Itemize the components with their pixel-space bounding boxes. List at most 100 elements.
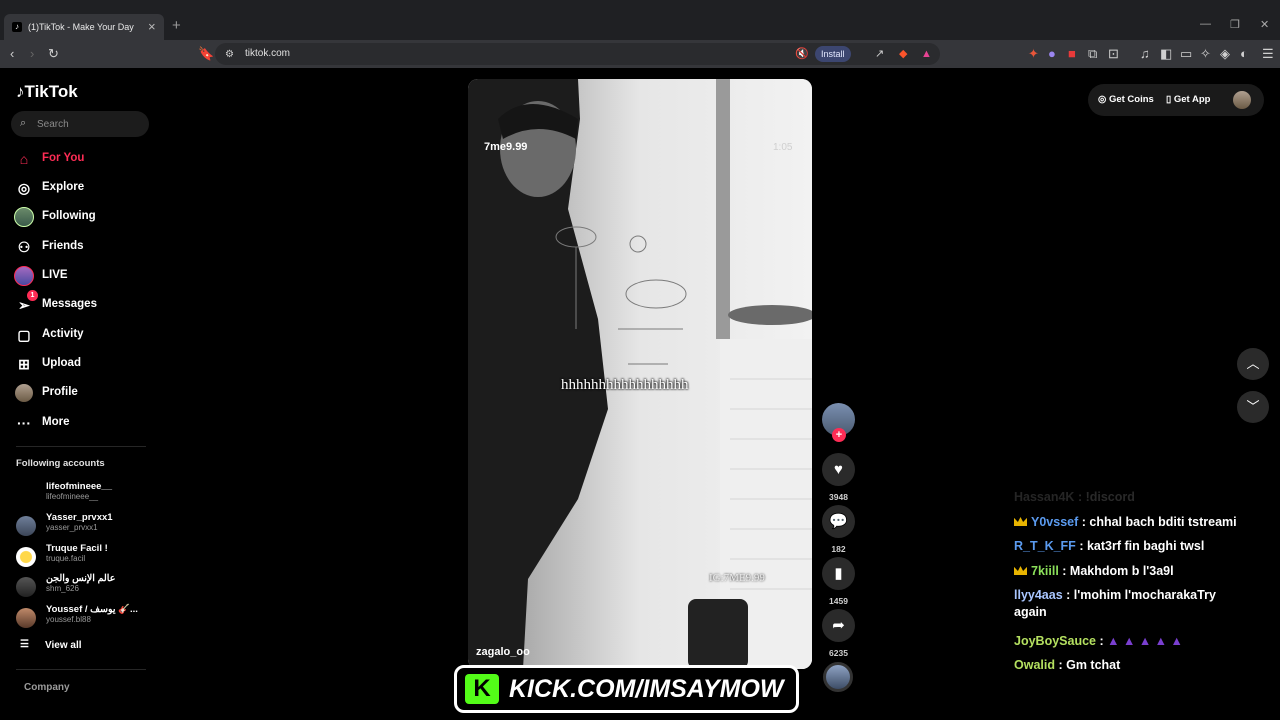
theme-icon[interactable]: ◐ bbox=[1240, 45, 1248, 63]
kick-stream-banner: K KICK.COM/IMSAYMOW bbox=[454, 665, 799, 713]
media-icon[interactable]: ♫ bbox=[1140, 45, 1150, 63]
search-input[interactable]: ⌕ Search bbox=[11, 111, 149, 137]
video-caption: hhhhhhhhhhhhhhhhh bbox=[561, 377, 689, 393]
nav-following[interactable]: Following bbox=[14, 205, 154, 229]
brave-shield-icon[interactable]: ◆ bbox=[899, 45, 907, 63]
more-icon: ··· bbox=[17, 415, 31, 431]
nav-label: Messages bbox=[42, 298, 97, 310]
account-handle: truque.facil bbox=[46, 554, 86, 563]
nav-friends[interactable]: ⚇ Friends bbox=[14, 235, 154, 259]
nav-upload[interactable]: ⊞ Upload bbox=[14, 352, 154, 376]
get-coins-button[interactable]: ◎ Get Coins bbox=[1098, 94, 1154, 105]
account-name: lifeofmineee__ bbox=[46, 481, 112, 492]
close-tab-icon[interactable]: × bbox=[148, 19, 156, 34]
minimize-icon[interactable]: — bbox=[1200, 18, 1211, 30]
previous-video-button[interactable]: ︿ bbox=[1237, 348, 1269, 380]
browser-toolbar: ‹ › ↻ 🔖 ⚙ tiktok.com 🔇 Install ↗ ◆ ▲ ✦ ●… bbox=[0, 40, 1280, 68]
chat-text: : bbox=[1099, 634, 1104, 648]
home-icon: ⌂ bbox=[19, 151, 29, 167]
following-account[interactable]: Youssef / يوسف 🎸... youssef.bl88 bbox=[16, 604, 146, 630]
account-handle: shm_626 bbox=[46, 584, 79, 593]
nav-explore[interactable]: ◎ Explore bbox=[14, 176, 154, 200]
bookmark-icon[interactable]: 🔖 bbox=[198, 45, 214, 63]
company-link[interactable]: Company bbox=[24, 682, 70, 693]
like-button[interactable]: ♥ 3948 bbox=[822, 453, 855, 502]
account-avatar bbox=[16, 485, 36, 505]
chat-message: 7kiill : Makhdom b l'3a9l bbox=[1014, 563, 1264, 580]
maximize-icon[interactable]: ❐ bbox=[1230, 18, 1240, 31]
nav-activity[interactable]: ▢ Activity bbox=[14, 323, 154, 347]
chat-user: R_T_K_FF bbox=[1014, 539, 1076, 553]
sidebar-toggle-icon[interactable]: ◧ bbox=[1160, 45, 1172, 63]
screenshot-icon[interactable]: ⊡ bbox=[1108, 45, 1119, 63]
following-account[interactable]: Yasser_prvxx1 yasser_prvxx1 bbox=[16, 512, 146, 538]
menu-icon[interactable]: ☰ bbox=[1262, 45, 1274, 63]
following-account[interactable]: Truque Facil ! truque.facil bbox=[16, 543, 146, 569]
brave-rewards-icon[interactable]: ▲ bbox=[921, 45, 932, 63]
following-account[interactable]: lifeofmineee__ lifeofmineee__ bbox=[16, 481, 146, 507]
follow-plus-icon[interactable]: + bbox=[832, 428, 846, 442]
share-button[interactable]: ➦ 6235 bbox=[822, 609, 855, 658]
browser-tab[interactable]: ♪ (1)TikTok - Make Your Day × bbox=[4, 14, 164, 40]
chat-message: JoyBoySauce : ▲ ▲ ▲ ▲ ▲ bbox=[1014, 633, 1264, 650]
account-handle: youssef.bl88 bbox=[46, 615, 91, 624]
kick-logo-icon: K bbox=[465, 674, 499, 704]
video-watermark: IG:7ME9.99 bbox=[709, 572, 765, 584]
view-all-link[interactable]: ☰ View all bbox=[20, 639, 82, 651]
extension-3-icon[interactable]: ■ bbox=[1068, 45, 1076, 63]
following-account[interactable]: عالم الإنس والجن shm_626 bbox=[16, 573, 146, 599]
next-video-button[interactable]: ﹀ bbox=[1237, 391, 1269, 423]
get-app-button[interactable]: ▯ Get App bbox=[1166, 94, 1210, 105]
save-button[interactable]: ▮ 1459 bbox=[822, 557, 855, 606]
compass-icon: ◎ bbox=[17, 180, 31, 196]
nav-profile[interactable]: Profile bbox=[14, 381, 154, 405]
music-disc-avatar[interactable] bbox=[823, 662, 853, 692]
get-coins-label: Get Coins bbox=[1108, 94, 1154, 105]
comment-button[interactable]: 💬 182 bbox=[822, 505, 855, 554]
share-count: 6235 bbox=[829, 648, 848, 658]
tiktok-logo[interactable]: ♪TikTok bbox=[16, 82, 78, 102]
chat-text: : !discord bbox=[1077, 490, 1135, 504]
tab-title: (1)TikTok - Make Your Day bbox=[28, 22, 134, 32]
tiktok-note-icon: ♪ bbox=[16, 82, 25, 101]
address-bar[interactable]: ⚙ tiktok.com 🔇 Install ↗ ◆ ▲ bbox=[215, 43, 940, 65]
logo-text: TikTok bbox=[24, 82, 78, 101]
account-handle: lifeofmineee__ bbox=[46, 492, 99, 501]
close-window-icon[interactable]: ✕ bbox=[1260, 18, 1269, 31]
back-icon[interactable]: ‹ bbox=[10, 45, 14, 63]
reload-icon[interactable]: ↻ bbox=[48, 45, 59, 63]
account-name: Youssef / يوسف 🎸... bbox=[46, 604, 138, 615]
site-info-icon[interactable]: ⚙ bbox=[225, 46, 234, 64]
chat-message: R_T_K_FF : kat3rf fin baghi twsl bbox=[1014, 538, 1264, 555]
video-author[interactable]: zagalo_oo bbox=[476, 646, 530, 658]
save-count: 1459 bbox=[829, 596, 848, 606]
install-app-button[interactable]: Install bbox=[815, 46, 851, 62]
extensions-icon[interactable]: ⧉ bbox=[1088, 45, 1097, 63]
leo-ai-icon[interactable]: ✧ bbox=[1200, 45, 1211, 63]
tiktok-favicon-icon: ♪ bbox=[12, 22, 22, 32]
chat-message: Y0vssef : chhal bach bditi tstreami bbox=[1014, 514, 1264, 531]
like-count: 3948 bbox=[829, 492, 848, 502]
account-name: عالم الإنس والجن bbox=[46, 573, 116, 584]
new-tab-icon[interactable]: + bbox=[172, 17, 181, 34]
nav-for-you[interactable]: ⌂ For You bbox=[14, 147, 154, 171]
phone-icon: ▯ bbox=[1166, 94, 1172, 105]
wallet-icon[interactable]: ▭ bbox=[1180, 45, 1192, 63]
url-text: tiktok.com bbox=[245, 48, 291, 59]
chat-message: llyy4aas : l'mohim l'mocharakaTry again bbox=[1014, 587, 1234, 621]
nav-label: More bbox=[42, 416, 70, 428]
extension-1-icon[interactable]: ✦ bbox=[1028, 45, 1039, 63]
share-icon[interactable]: ↗ bbox=[875, 45, 884, 63]
account-avatar bbox=[16, 577, 36, 597]
nav-messages[interactable]: ➢ 1 Messages bbox=[14, 290, 154, 317]
user-avatar[interactable] bbox=[1233, 91, 1251, 109]
crown-icon bbox=[1014, 566, 1027, 575]
nav-more[interactable]: ··· More bbox=[14, 411, 154, 435]
live-icon bbox=[14, 266, 34, 286]
forward-icon[interactable]: › bbox=[30, 45, 34, 63]
nav-live[interactable]: LIVE bbox=[14, 264, 154, 288]
vpn-icon[interactable]: ◈ bbox=[1220, 45, 1230, 63]
mute-icon[interactable]: 🔇 bbox=[795, 45, 809, 63]
chat-message: Hassan4K : !discord bbox=[1014, 489, 1264, 506]
extension-2-icon[interactable]: ● bbox=[1048, 45, 1056, 63]
